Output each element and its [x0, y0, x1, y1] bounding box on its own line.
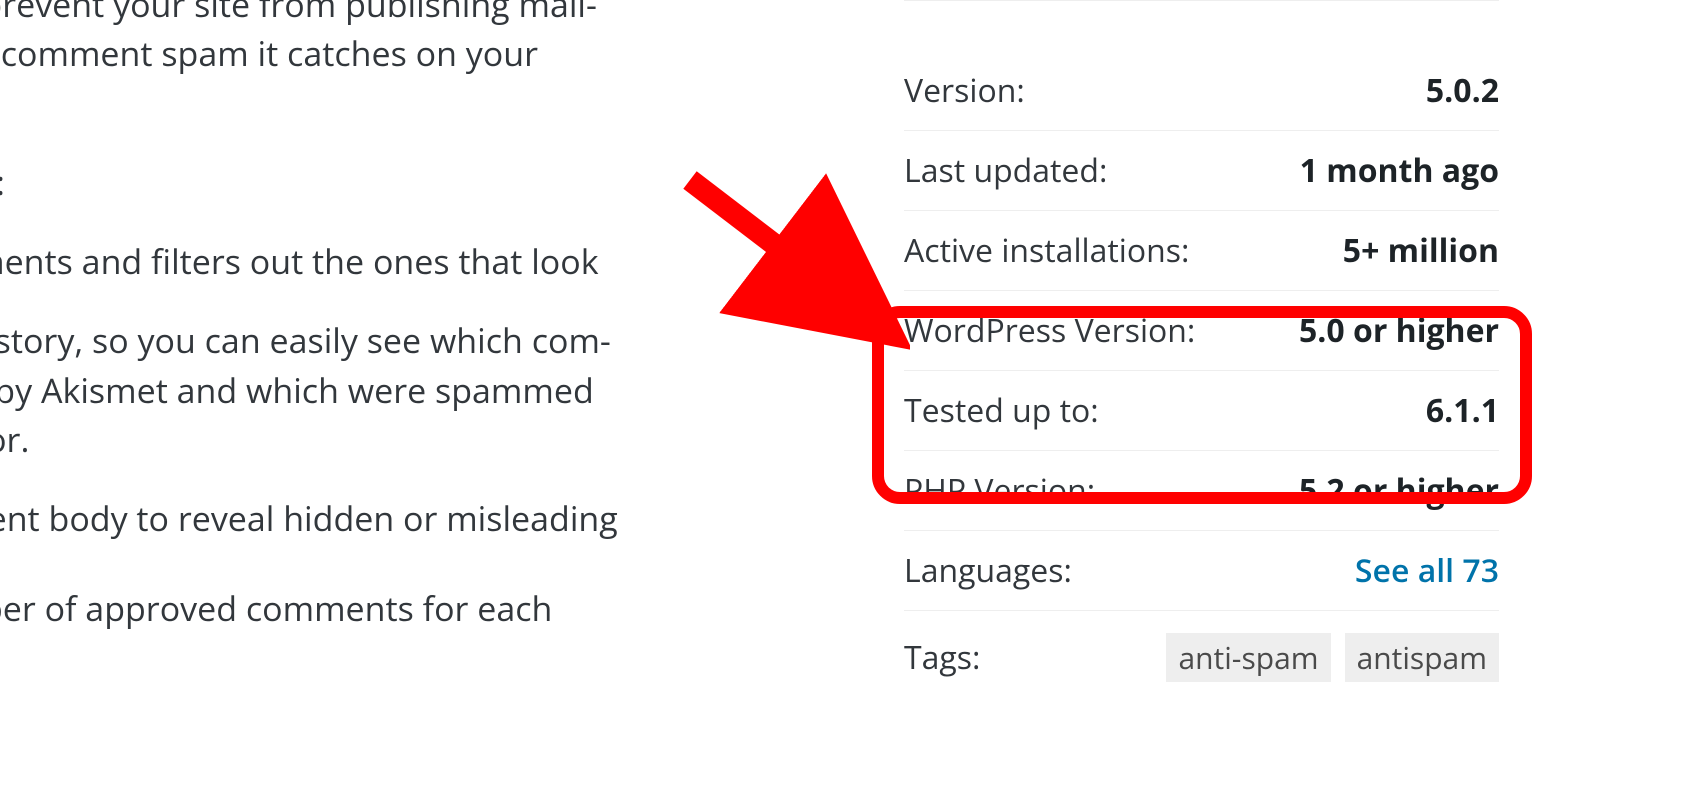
- meta-label-tested: Tested up to:: [904, 389, 1099, 432]
- meta-value-tested: 6.1.1: [1426, 389, 1499, 432]
- meta-row-wp-version: WordPress Version: 5.0 or higher: [904, 291, 1499, 371]
- desc-bullet-2: status history, so you can easily see wh…: [0, 316, 820, 464]
- meta-row-php-version: PHP Version: 5.2 or higher: [904, 451, 1499, 531]
- desc-bullet-1: all comments and filters out the ones th…: [0, 237, 820, 286]
- languages-see-all-link[interactable]: See all 73: [1355, 549, 1499, 592]
- meta-label-version: Version:: [904, 69, 1025, 112]
- meta-value-version: 5.0.2: [1426, 69, 1499, 112]
- page-stage: pam to prevent your site from publishing…: [0, 0, 1707, 789]
- meta-label-php-version: PHP Version:: [904, 469, 1095, 512]
- tag-list: anti-spam antispam: [1166, 633, 1499, 682]
- tag-anti-spam[interactable]: anti-spam: [1166, 633, 1330, 682]
- plugin-meta-sidebar: Version: 5.0.2 Last updated: 1 month ago…: [904, 0, 1499, 682]
- meta-label-wp-version: WordPress Version:: [904, 309, 1195, 352]
- meta-row-tags: Tags: anti-spam antispam: [904, 611, 1499, 682]
- meta-value-php-version: 5.2 or higher: [1299, 469, 1499, 512]
- meta-row-last-updated: Last updated: 1 month ago: [904, 131, 1499, 211]
- meta-label-tags: Tags:: [904, 636, 980, 679]
- meta-row-languages: Languages: See all 73: [904, 531, 1499, 611]
- tag-antispam[interactable]: antispam: [1345, 633, 1499, 682]
- meta-label-last-updated: Last updated:: [904, 149, 1107, 192]
- meta-row-version: Version: 5.0.2: [904, 51, 1499, 131]
- plugin-description: pam to prevent your site from publishing…: [0, 0, 820, 663]
- desc-paragraph-1: pam to prevent your site from publishing…: [0, 0, 820, 128]
- desc-bullet-3: e comment body to reveal hidden or misle…: [0, 494, 820, 543]
- meta-value-active-installs: 5+ million: [1343, 229, 1499, 272]
- meta-label-active-installs: Active installations:: [904, 229, 1189, 272]
- desc-include: t include:: [0, 158, 820, 207]
- meta-label-languages: Languages:: [904, 549, 1072, 592]
- meta-value-last-updated: 1 month ago: [1300, 149, 1499, 192]
- meta-value-wp-version: 5.0 or higher: [1299, 309, 1499, 352]
- meta-row-active-installs: Active installations: 5+ million: [904, 211, 1499, 291]
- meta-row-tested: Tested up to: 6.1.1: [904, 371, 1499, 451]
- desc-bullet-4: ne number of approved comments for each: [0, 584, 820, 633]
